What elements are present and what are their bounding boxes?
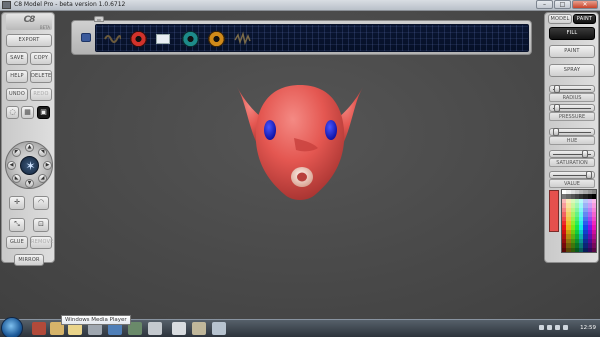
saturation-slider-knob[interactable] <box>582 150 588 158</box>
head-model-graphic <box>237 85 363 200</box>
rotate-right-icon[interactable]: ▶ <box>43 161 52 170</box>
window-title: C8 Model Pro - beta version 1.0.6712 <box>14 1 126 8</box>
pressure-slider[interactable] <box>549 104 595 112</box>
redo-button[interactable]: REDO <box>30 88 52 101</box>
radius-label: RADIUS <box>549 93 595 102</box>
mouth-hole <box>297 172 307 182</box>
hue-slider-knob[interactable] <box>553 128 559 136</box>
left-eye <box>264 120 276 140</box>
taskbar-app-9-icon[interactable] <box>192 322 206 335</box>
saturation-label: SATURATION <box>549 158 595 167</box>
taskbar-tooltip: Windows Media Player <box>61 315 131 325</box>
close-button[interactable]: ✕ <box>572 0 598 9</box>
window-title-bar[interactable]: C8 Model Pro - beta version 1.0.6712 – □… <box>0 0 600 11</box>
scale-tool-icon[interactable]: ⤡ <box>9 218 25 232</box>
texture-thumb-amber-eye[interactable] <box>208 31 225 47</box>
minimize-button[interactable]: – <box>536 0 553 9</box>
head-model[interactable] <box>234 82 366 212</box>
rotate-left-icon[interactable]: ◀ <box>7 161 16 170</box>
radius-slider[interactable] <box>549 85 595 93</box>
maximize-button[interactable]: □ <box>554 0 571 9</box>
wireframe-icon[interactable]: ▦ <box>21 106 34 119</box>
texture-thumb-hair[interactable] <box>104 31 122 47</box>
undo-button[interactable]: UNDO <box>6 88 28 101</box>
hue-slider[interactable] <box>549 128 595 136</box>
delete-button[interactable]: DELETE <box>30 70 52 83</box>
left-tool-panel: C8 BETA EXPORT SAVE COPY HELP DELETE UND… <box>1 12 55 266</box>
app-logo: C8 BETA <box>6 14 52 30</box>
logo-beta-text: BETA <box>39 25 50 30</box>
rotate-up-icon[interactable]: ▲ <box>25 143 34 152</box>
smooth-tool-icon[interactable]: ◠ <box>33 196 49 210</box>
strip-scroll-left-button[interactable] <box>81 33 91 42</box>
taskbar-clock[interactable]: 12:59 <box>580 323 596 334</box>
texture-thumb-teal-eye[interactable] <box>182 31 199 47</box>
save-button[interactable]: SAVE <box>6 52 28 65</box>
app-icon <box>2 1 11 9</box>
palette-swatch[interactable] <box>591 247 596 252</box>
texture-thumb-blank[interactable] <box>156 34 170 44</box>
tray-icon-4[interactable] <box>563 325 568 330</box>
light-icon[interactable]: ◌ <box>6 106 19 119</box>
value-slider-knob[interactable] <box>586 171 592 179</box>
navigation-ring[interactable]: ▲ ▼ ◀ ▶ ◤ ◥ ◣ ◢ ✶ <box>5 141 53 189</box>
current-color-swatch[interactable] <box>549 190 559 232</box>
texture-thumb-fur-image <box>234 31 251 46</box>
value-slider[interactable] <box>549 171 595 179</box>
hue-label: HUE <box>549 136 595 145</box>
tray-icon-2[interactable] <box>547 325 552 330</box>
saturation-slider[interactable] <box>549 150 595 158</box>
radius-slider-knob[interactable] <box>554 85 560 93</box>
move-tool-icon[interactable]: ✛ <box>9 196 25 210</box>
pressure-slider-knob[interactable] <box>554 104 560 112</box>
taskbar-app-1-icon[interactable] <box>32 322 46 335</box>
view-center-hub[interactable]: ✶ <box>20 156 39 175</box>
taskbar-app-10-icon[interactable] <box>212 322 226 335</box>
spray-button[interactable]: SPRAY <box>549 64 595 77</box>
texture-strip: ▭ <box>71 16 532 55</box>
rotate-up-left-icon[interactable]: ◤ <box>12 148 21 157</box>
value-label: VALUE <box>549 179 595 188</box>
tab-paint[interactable]: PAINT <box>573 14 596 24</box>
rotate-down-icon[interactable]: ▼ <box>25 179 34 188</box>
texture-thumb-fur[interactable] <box>234 31 251 47</box>
texture-thumb-red-eye[interactable] <box>130 31 147 47</box>
color-palette[interactable] <box>561 189 597 253</box>
help-button[interactable]: HELP <box>6 70 28 83</box>
rotate-down-left-icon[interactable]: ◣ <box>12 174 21 183</box>
mirror-button[interactable]: MIRROR <box>14 254 44 266</box>
copy-button[interactable]: COPY <box>30 52 52 65</box>
system-tray-icons[interactable] <box>539 325 568 330</box>
rotate-up-right-icon[interactable]: ◥ <box>38 148 47 157</box>
fill-button[interactable]: FILL <box>549 27 595 40</box>
remove-button[interactable]: REMOVE <box>30 236 53 249</box>
texture-thumbnails[interactable] <box>95 24 529 52</box>
tray-icon-1[interactable] <box>539 325 544 330</box>
taskbar-app-8-icon[interactable] <box>172 322 186 335</box>
window-controls: – □ ✕ <box>536 0 598 10</box>
strip-collapse-tab[interactable]: ▭ <box>94 16 104 22</box>
export-button[interactable]: EXPORT <box>6 34 52 47</box>
tab-model[interactable]: MODEL <box>548 14 572 24</box>
right-eye <box>325 120 337 140</box>
paint-button[interactable]: PAINT <box>549 45 595 58</box>
glue-button[interactable]: GLUE <box>6 236 28 249</box>
tray-icon-3[interactable] <box>555 325 560 330</box>
start-button[interactable] <box>1 317 23 337</box>
person-figure-icon: ✶ <box>25 159 36 173</box>
pressure-label: PRESSURE <box>549 112 595 121</box>
grid-mode-icon[interactable]: ▣ <box>37 106 50 119</box>
taskbar-app-7-icon[interactable] <box>148 322 162 335</box>
texture-thumb-hair-image <box>104 35 122 43</box>
zoom-tool-icon[interactable]: ⊡ <box>33 218 49 232</box>
